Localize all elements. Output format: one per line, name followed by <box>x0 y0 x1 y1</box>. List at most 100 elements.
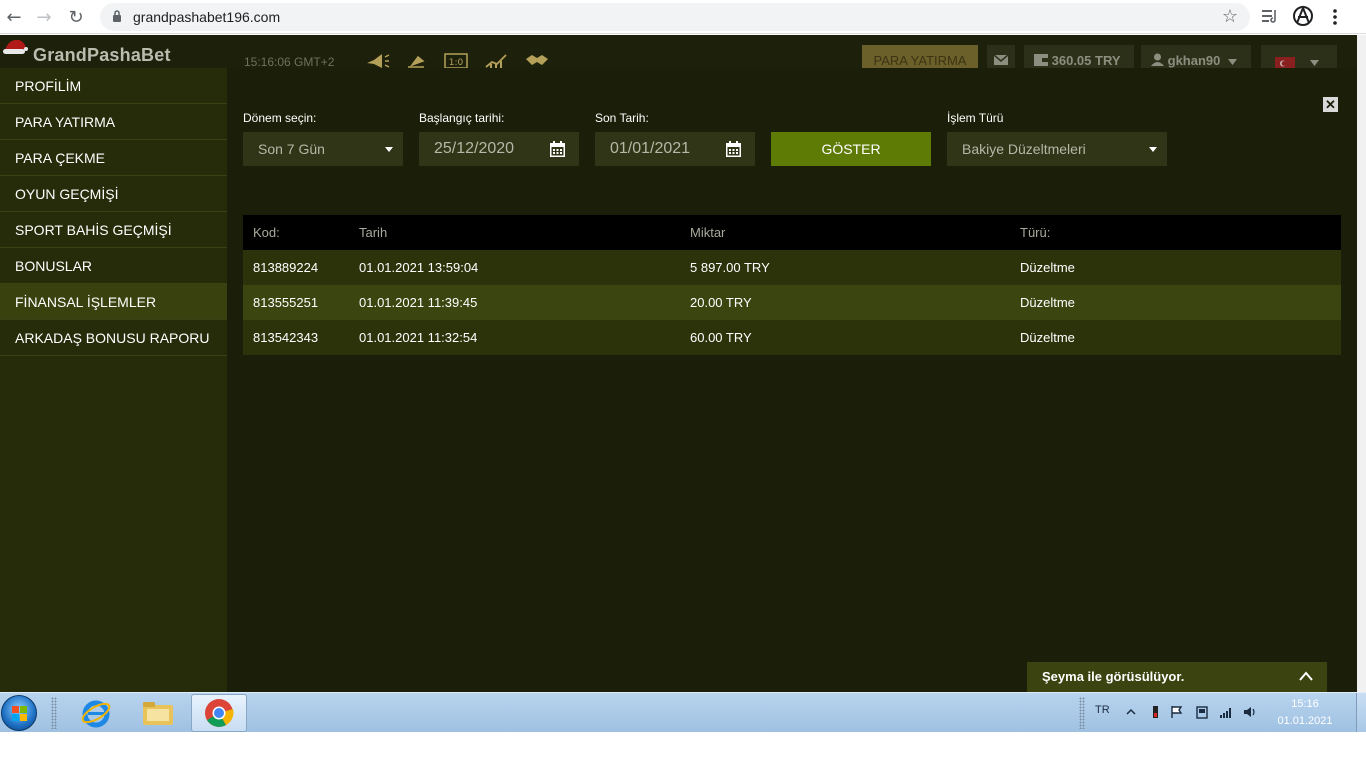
sidebar-item-sport-bet-history[interactable]: SPORT BAHİS GEÇMİŞİ <box>0 212 227 248</box>
battery-icon[interactable] <box>1148 705 1162 719</box>
cell-type: Düzeltme <box>1020 295 1075 310</box>
end-date-label: Son Tarih: <box>595 111 649 125</box>
cell-amount: 60.00 TRY <box>690 330 752 345</box>
transaction-type-value: Bakiye Düzeltmeleri <box>962 141 1086 157</box>
transaction-type-label: İşlem Türü <box>947 111 1004 125</box>
taskbar-grip[interactable] <box>51 697 57 729</box>
file-explorer-icon[interactable] <box>130 694 186 732</box>
chevron-down-icon <box>1228 59 1237 65</box>
extension-icon[interactable] <box>1292 5 1314 27</box>
chevron-up-icon[interactable] <box>1299 671 1313 681</box>
web-page: GrandPashaBet 15:16:06 GMT+2 1:0 PARA YA… <box>0 35 1357 692</box>
column-header-amount: Miktar <box>690 225 726 240</box>
action-center-flag-icon[interactable] <box>1170 705 1184 719</box>
start-date-label: Başlangıç tarihi: <box>419 111 505 125</box>
reload-icon[interactable]: ↻ <box>64 5 88 29</box>
megaphone-icon[interactable] <box>364 51 390 69</box>
balance-amount: 360.05 TRY <box>1051 53 1121 68</box>
close-icon[interactable]: ✕ <box>1323 97 1338 112</box>
handshake-icon[interactable] <box>524 51 550 69</box>
calendar-icon[interactable] <box>550 141 565 157</box>
sidebar-item-friend-bonus-report[interactable]: ARKADAŞ BONUSU RAPORU <box>0 320 227 356</box>
show-desktop-button[interactable] <box>1356 693 1366 733</box>
end-date-input[interactable]: 01/01/2021 <box>595 132 755 166</box>
input-language[interactable]: TR <box>1095 704 1110 716</box>
sidebar-item-game-history[interactable]: OYUN GEÇMİŞİ <box>0 176 227 212</box>
kebab-menu-icon[interactable] <box>1330 8 1340 26</box>
live-chat-bar[interactable]: Şeyma ile görüsülüyor. <box>1027 662 1327 692</box>
start-date-input[interactable]: 25/12/2020 <box>419 132 579 166</box>
financial-transactions-panel: ✕ Dönem seçin: Son 7 Gün Başlangıç tarih… <box>227 68 1357 692</box>
statistics-icon[interactable] <box>484 51 510 69</box>
cell-amount: 20.00 TRY <box>690 295 752 310</box>
caret-down-icon <box>1149 147 1157 152</box>
windows-taskbar: TR 15:16 01.01.2021 <box>0 692 1366 733</box>
cell-code: 813542343 <box>253 330 319 345</box>
server-clock: 15:16:06 GMT+2 <box>244 55 335 69</box>
screen-bottom-strip <box>0 732 1366 768</box>
back-arrow-icon[interactable]: ← <box>2 5 26 29</box>
reading-list-icon[interactable] <box>1262 8 1280 24</box>
forward-arrow-icon[interactable]: → <box>32 5 56 29</box>
chevron-down-icon <box>1310 60 1319 66</box>
start-button[interactable] <box>1 695 37 731</box>
calendar-icon[interactable] <box>726 141 741 157</box>
chrome-taskbar-icon[interactable] <box>191 694 247 732</box>
column-header-type: Türü: <box>1020 225 1051 240</box>
chat-status-text: Şeyma ile görüsülüyor. <box>1042 669 1185 684</box>
sidebar-item-deposit[interactable]: PARA YATIRMA <box>0 104 227 140</box>
cell-date: 01.01.2021 11:32:54 <box>359 330 478 345</box>
page-scrollbar[interactable] <box>1357 35 1366 692</box>
url-text: grandpashabet196.com <box>133 9 281 25</box>
usb-device-icon[interactable] <box>1195 705 1209 719</box>
browser-toolbar: ← → ↻ grandpashabet196.com ☆ <box>0 0 1366 34</box>
show-button[interactable]: GÖSTER <box>771 132 931 166</box>
account-sidebar: PROFİLİM PARA YATIRMA PARA ÇEKME OYUN GE… <box>0 68 227 692</box>
table-header-row: Kod: Tarih Miktar Türü: <box>243 215 1341 250</box>
logo-text: GrandPashaBet <box>33 45 171 65</box>
period-select[interactable]: Son 7 Gün <box>243 132 403 166</box>
sidebar-item-profile[interactable]: PROFİLİM <box>0 68 227 104</box>
taskbar-grip[interactable] <box>1079 697 1085 729</box>
svg-text:1:0: 1:0 <box>449 58 464 68</box>
cell-date: 01.01.2021 11:39:45 <box>359 295 478 310</box>
tray-clock-time[interactable]: 15:16 <box>1280 698 1330 710</box>
username: gkhan90 <box>1167 53 1221 68</box>
internet-explorer-icon[interactable] <box>68 694 124 732</box>
period-label: Dönem seçin: <box>243 111 317 125</box>
period-value: Son 7 Gün <box>258 141 325 157</box>
transactions-table: Kod: Tarih Miktar Türü: 813889224 01.01.… <box>243 215 1341 355</box>
star-icon[interactable]: ☆ <box>1222 6 1238 27</box>
network-signal-icon[interactable] <box>1219 705 1233 719</box>
site-logo[interactable]: GrandPashaBet <box>3 39 171 66</box>
cell-code: 813555251 <box>253 295 319 310</box>
end-date-value: 01/01/2021 <box>610 140 691 157</box>
cell-code: 813889224 <box>253 260 319 275</box>
caret-down-icon <box>385 147 393 152</box>
start-date-value: 25/12/2020 <box>434 140 515 157</box>
wallet-icon <box>1034 54 1048 66</box>
column-header-code: Kod: <box>253 225 280 240</box>
lock-icon <box>113 10 121 22</box>
site-header: GrandPashaBet 15:16:06 GMT+2 1:0 PARA YA… <box>0 35 1357 73</box>
user-icon <box>1151 53 1164 66</box>
sidebar-item-withdraw[interactable]: PARA ÇEKME <box>0 140 227 176</box>
address-bar[interactable]: grandpashabet196.com ☆ <box>100 3 1250 31</box>
scoreboard-icon[interactable]: 1:0 <box>443 51 469 69</box>
tray-clock-date[interactable]: 01.01.2021 <box>1272 715 1338 727</box>
table-row: 813889224 01.01.2021 13:59:04 5 897.00 T… <box>243 250 1341 285</box>
table-row: 813542343 01.01.2021 11:32:54 60.00 TRY … <box>243 320 1341 355</box>
sidebar-item-financial-transactions[interactable]: FİNANSAL İŞLEMLER <box>0 284 227 320</box>
windows-logo-icon <box>12 706 27 721</box>
sidebar-item-bonuses[interactable]: BONUSLAR <box>0 248 227 284</box>
cell-date: 01.01.2021 13:59:04 <box>359 260 479 275</box>
transaction-type-select[interactable]: Bakiye Düzeltmeleri <box>947 132 1167 166</box>
column-header-date: Tarih <box>359 225 388 240</box>
gavel-icon[interactable] <box>404 51 430 69</box>
cell-type: Düzeltme <box>1020 330 1075 345</box>
show-hidden-icons-icon[interactable] <box>1124 705 1138 719</box>
table-row: 813555251 01.01.2021 11:39:45 20.00 TRY … <box>243 285 1341 320</box>
santa-hat-icon <box>3 39 28 54</box>
cell-type: Düzeltme <box>1020 260 1075 275</box>
volume-icon[interactable] <box>1243 705 1257 719</box>
